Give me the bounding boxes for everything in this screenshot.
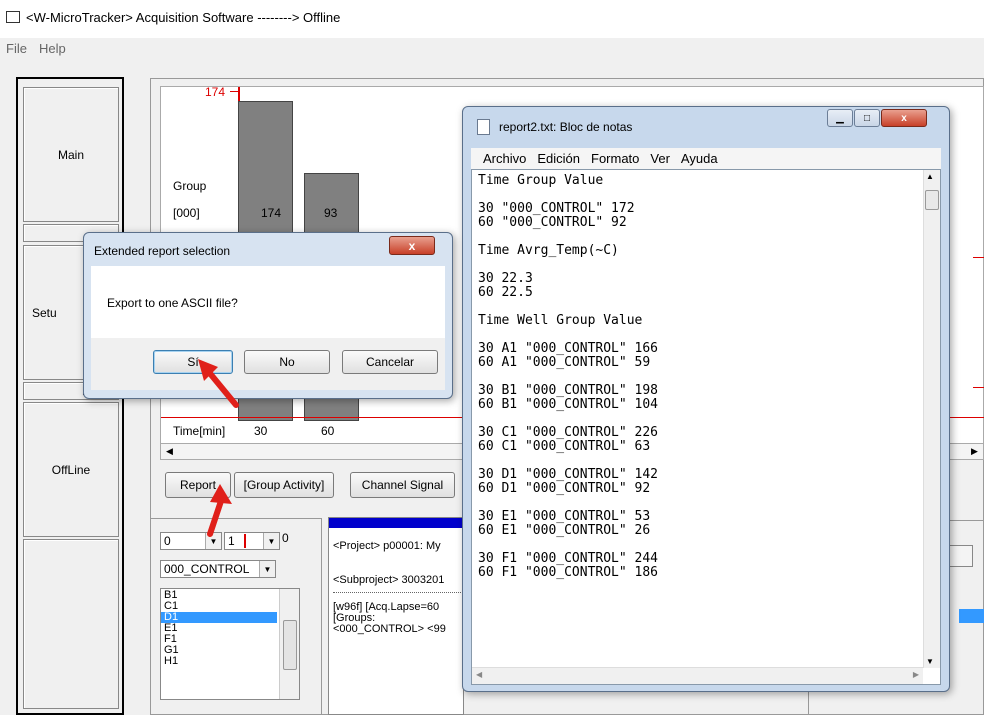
notepad-hscrollbar[interactable]: ◀ ▶ [472, 667, 923, 684]
no-button[interactable]: No [244, 350, 330, 374]
group-select[interactable]: 000_CONTROL ▼ [160, 560, 276, 578]
peak-tick [230, 91, 240, 92]
close-icon[interactable]: x [389, 236, 435, 255]
notepad-editor[interactable]: Time Group Value 30 "000_CONTROL" 172 60… [471, 169, 941, 685]
extended-report-dialog: Extended report selection x Export to on… [83, 232, 453, 399]
cancel-button[interactable]: Cancelar [342, 350, 438, 374]
list-scrollbar[interactable] [279, 589, 299, 699]
annotation-arrow-dialog [198, 359, 239, 408]
notepad-menu-edicion[interactable]: Edición [537, 151, 580, 166]
window-title: <W-MicroTracker> Acquisition Software --… [26, 9, 341, 25]
bar-value-1: 174 [261, 206, 282, 220]
notepad-menu-formato[interactable]: Formato [591, 151, 639, 166]
dialog-body: Export to one ASCII file? [91, 266, 445, 338]
scroll-up-icon[interactable]: ▲ [926, 172, 934, 181]
scroll-down-icon[interactable]: ▼ [926, 657, 934, 666]
nav-main-button[interactable]: Main [23, 87, 119, 222]
report-text[interactable]: Time Group Value 30 "000_CONTROL" 172 60… [478, 174, 658, 580]
scroll-left-icon[interactable]: ◀ [476, 670, 482, 679]
group-code: [000] [173, 206, 200, 220]
list-item-selected[interactable]: D1 [161, 612, 277, 623]
menu-file[interactable]: File [6, 41, 27, 56]
bar-value-2: 93 [324, 206, 338, 220]
right-progress [959, 609, 984, 623]
column-value: 0 [282, 531, 289, 545]
annotation-arrow-report [207, 484, 232, 537]
project-line: <Project> p00001: My [333, 540, 441, 552]
dialog-footer: Sí No Cancelar [91, 338, 445, 390]
app-icon [6, 11, 20, 23]
list-scroll-thumb[interactable] [283, 620, 297, 670]
scroll-right-icon[interactable]: ▶ [966, 444, 983, 459]
well-list[interactable]: B1 C1 D1 E1 F1 G1 H1 [160, 588, 300, 700]
scroll-left-icon[interactable]: ◀ [161, 444, 178, 459]
notepad-titlebar: report2.txt: Bloc de notas ▁ □ x [463, 107, 949, 147]
maximize-icon[interactable]: □ [854, 109, 880, 127]
group-label: Group [173, 179, 207, 193]
minimize-icon[interactable]: ▁ [827, 109, 853, 127]
right-red-mark-1 [973, 257, 984, 258]
title-bar: <W-MicroTracker> Acquisition Software --… [0, 0, 984, 34]
tick-30: 30 [254, 424, 268, 438]
notepad-title: report2.txt: Bloc de notas [499, 120, 633, 134]
chevron-down-icon[interactable]: ▼ [263, 533, 279, 549]
xaxis-label: Time[min] [173, 424, 226, 438]
chevron-down-icon[interactable]: ▼ [259, 561, 275, 577]
menu-help[interactable]: Help [39, 41, 66, 56]
dialog-message: Export to one ASCII file? [107, 296, 238, 310]
scroll-right-icon[interactable]: ▶ [913, 670, 919, 679]
subproject-line: <Subproject> 3003201 [333, 574, 445, 586]
info-panel: <Project> p00001: My <Subproject> 300320… [328, 517, 465, 715]
close-icon[interactable]: x [881, 109, 927, 127]
notepad-menubar: Archivo Edición Formato Ver Ayuda [471, 148, 941, 169]
channel-signal-button[interactable]: Channel Signal [350, 472, 455, 498]
notepad-menu-ayuda[interactable]: Ayuda [681, 151, 718, 166]
right-red-mark-2 [973, 387, 984, 388]
dialog-title: Extended report selection [94, 244, 231, 258]
notepad-vscrollbar[interactable]: ▲ ▼ [923, 170, 940, 668]
peak-label: 174 [205, 85, 226, 99]
notepad-icon [477, 119, 490, 135]
tick-60: 60 [321, 424, 335, 438]
notepad-menu-ver[interactable]: Ver [650, 151, 670, 166]
nav-lower-button[interactable] [23, 539, 119, 709]
notepad-menu-archivo[interactable]: Archivo [483, 151, 526, 166]
info-divider [333, 592, 463, 593]
menu-bar: File Help [0, 38, 984, 58]
control-line: <000_CONTROL> <99 [333, 623, 446, 635]
nav-offline-button[interactable]: OffLine [23, 402, 119, 537]
notepad-scroll-thumb[interactable] [925, 190, 939, 210]
progress-bar [329, 518, 465, 528]
right-edge-button[interactable] [949, 545, 973, 567]
notepad-window: report2.txt: Bloc de notas ▁ □ x Archivo… [462, 106, 950, 692]
